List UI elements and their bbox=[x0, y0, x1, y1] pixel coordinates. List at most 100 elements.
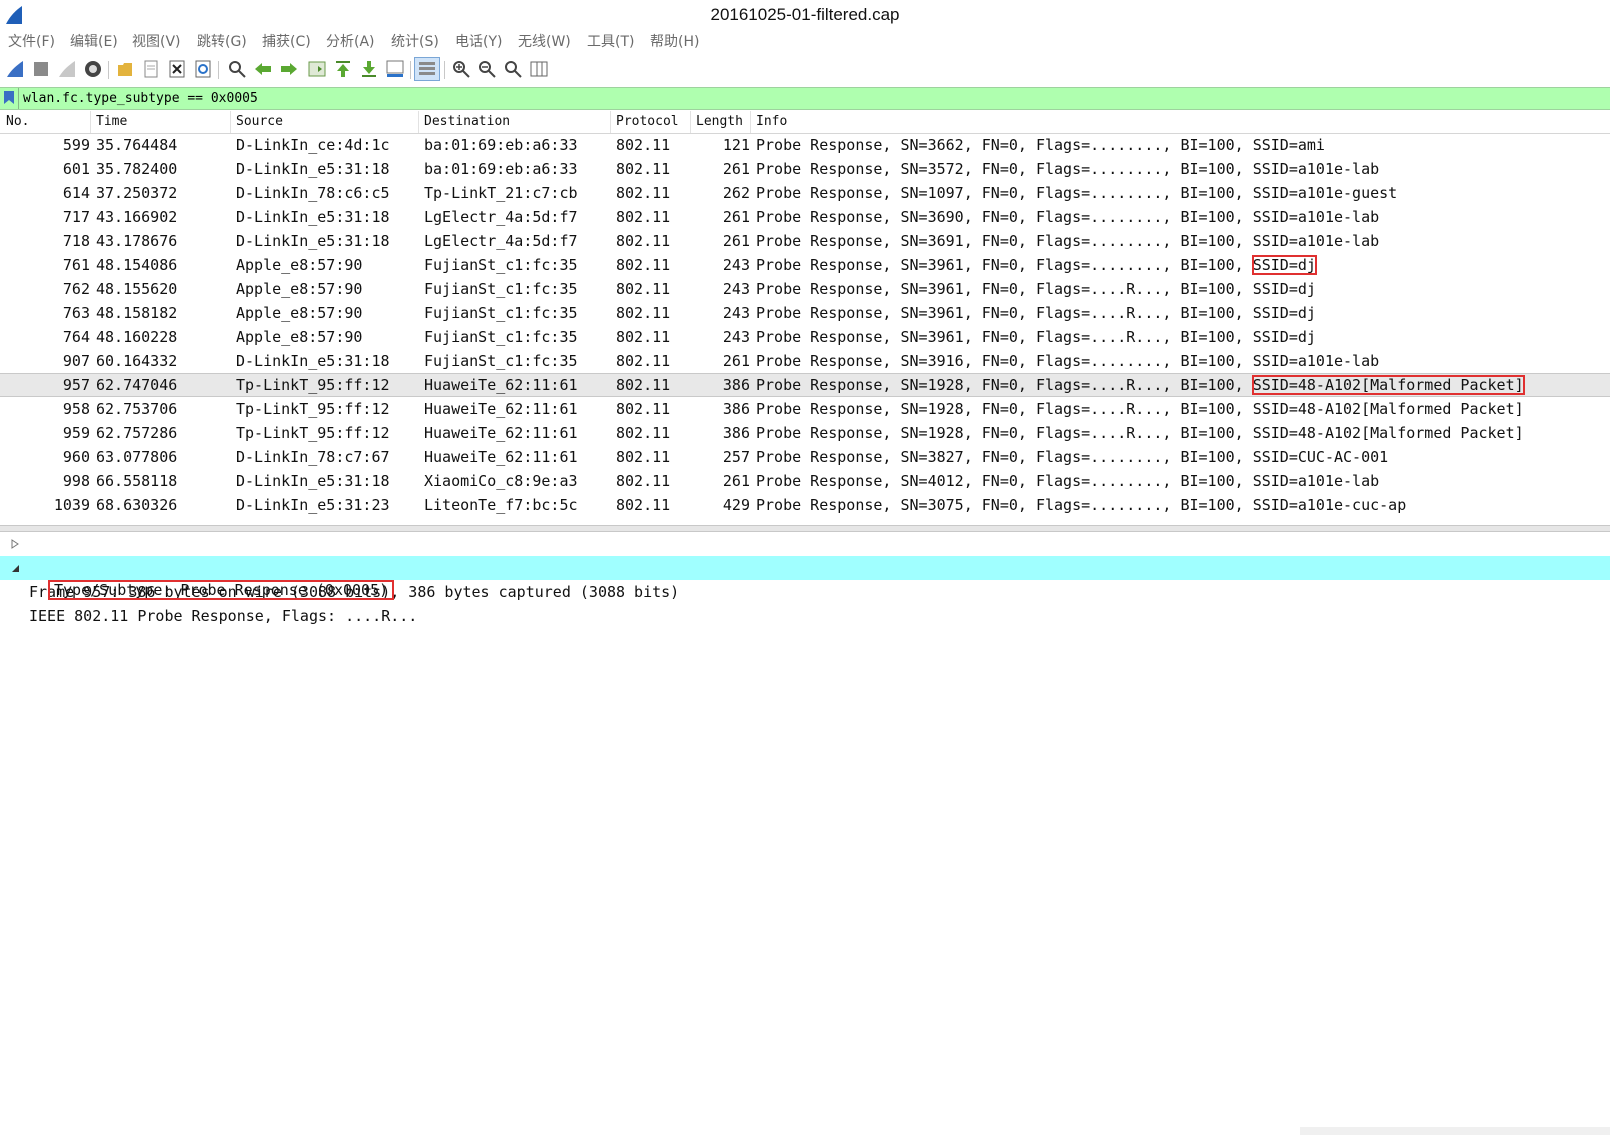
packet-info-text: Probe Response, SN=3662, FN=0, Flags=...… bbox=[756, 136, 1253, 154]
normal-size-icon[interactable] bbox=[502, 58, 524, 80]
packet-row[interactable]: 959 62.757286 Tp-LinkT_95:ff:12 HuaweiTe… bbox=[0, 421, 1610, 445]
packet-row[interactable]: 960 63.077806 D-LinkIn_78:c7:67 HuaweiTe… bbox=[0, 445, 1610, 469]
menu-analyze[interactable]: 分析(A) bbox=[326, 30, 375, 54]
packet-info-text: Probe Response, SN=3961, FN=0, Flags=...… bbox=[756, 256, 1253, 274]
go-to-packet-icon[interactable] bbox=[306, 58, 328, 80]
packet-row[interactable]: 614 37.250372 D-LinkIn_78:c6:c5 Tp-LinkT… bbox=[0, 181, 1610, 205]
packet-source: D-LinkIn_78:c7:67 bbox=[236, 448, 390, 466]
packet-row[interactable]: 717 43.166902 D-LinkIn_e5:31:18 LgElectr… bbox=[0, 205, 1610, 229]
go-last-packet-icon[interactable] bbox=[358, 58, 380, 80]
menu-help[interactable]: 帮助(H) bbox=[650, 30, 699, 54]
packet-row[interactable]: 907 60.164332 D-LinkIn_e5:31:18 FujianSt… bbox=[0, 349, 1610, 373]
packet-destination: HuaweiTe_62:11:61 bbox=[424, 400, 578, 418]
column-header-length[interactable]: Length bbox=[696, 111, 743, 133]
close-file-icon[interactable] bbox=[166, 58, 188, 80]
column-divider[interactable] bbox=[610, 111, 611, 133]
menu-tools[interactable]: 工具(T) bbox=[587, 30, 634, 54]
collapse-arrow-icon[interactable] bbox=[10, 563, 20, 573]
detail-row-frame[interactable]: Frame 957: 386 bytes on wire (3088 bits)… bbox=[0, 532, 1610, 601]
column-divider[interactable] bbox=[418, 111, 419, 133]
packet-ssid: SSID=CUC-AC-001 bbox=[1252, 448, 1389, 466]
packet-time: 60.164332 bbox=[96, 352, 178, 370]
column-divider[interactable] bbox=[90, 111, 91, 133]
menu-wireless[interactable]: 无线(W) bbox=[518, 30, 571, 54]
capture-options-icon[interactable] bbox=[82, 58, 104, 80]
packet-row[interactable]: 763 48.158182 Apple_e8:57:90 FujianSt_c1… bbox=[0, 301, 1610, 325]
packet-destination: HuaweiTe_62:11:61 bbox=[424, 448, 578, 466]
packet-time: 35.764484 bbox=[96, 136, 178, 154]
packet-info-text: Probe Response, SN=3961, FN=0, Flags=...… bbox=[756, 328, 1253, 346]
packet-source: D-LinkIn_e5:31:18 bbox=[236, 160, 390, 178]
packet-info: Probe Response, SN=4012, FN=0, Flags=...… bbox=[756, 469, 1379, 493]
packet-length: 243 bbox=[722, 256, 750, 274]
detail-row-subtype[interactable]: Type/Subtype: Probe Response (0x0005) bbox=[0, 580, 1610, 602]
find-packet-icon[interactable] bbox=[226, 58, 248, 80]
menu-statistics[interactable]: 统计(S) bbox=[391, 30, 439, 54]
go-forward-icon[interactable] bbox=[278, 58, 300, 80]
packet-info-text: Probe Response, SN=3690, FN=0, Flags=...… bbox=[756, 208, 1253, 226]
resize-columns-icon[interactable] bbox=[528, 58, 550, 80]
menu-capture[interactable]: 捕获(C) bbox=[262, 30, 311, 54]
packet-row[interactable]: 599 35.764484 D-LinkIn_ce:4d:1c ba:01:69… bbox=[0, 133, 1610, 157]
packet-row[interactable]: 998 66.558118 D-LinkIn_e5:31:18 XiaomiCo… bbox=[0, 469, 1610, 493]
packet-info: Probe Response, SN=1928, FN=0, Flags=...… bbox=[756, 397, 1524, 421]
menu-view[interactable]: 视图(V) bbox=[132, 30, 181, 54]
packet-time: 35.782400 bbox=[96, 160, 178, 178]
column-header-source[interactable]: Source bbox=[236, 111, 283, 133]
packet-protocol: 802.11 bbox=[616, 280, 671, 298]
menu-go[interactable]: 跳转(G) bbox=[197, 30, 247, 54]
packet-length: 386 bbox=[722, 424, 750, 442]
packet-destination: LgElectr_4a:5d:f7 bbox=[424, 232, 578, 250]
column-header-protocol[interactable]: Protocol bbox=[616, 111, 679, 133]
packet-row[interactable]: 1039 68.630326 D-LinkIn_e5:31:23 LiteonT… bbox=[0, 493, 1610, 517]
packet-no: 960 bbox=[62, 448, 90, 466]
column-header-info[interactable]: Info bbox=[756, 111, 787, 133]
column-header-no[interactable]: No. bbox=[6, 111, 29, 133]
menu-edit[interactable]: 编辑(E) bbox=[70, 30, 118, 54]
packet-protocol: 802.11 bbox=[616, 136, 671, 154]
packet-row[interactable]: 761 48.154086 Apple_e8:57:90 FujianSt_c1… bbox=[0, 253, 1610, 277]
reload-file-icon[interactable] bbox=[192, 58, 214, 80]
start-capture-icon[interactable] bbox=[4, 58, 26, 80]
status-shade bbox=[1300, 1127, 1610, 1135]
zoom-out-icon[interactable] bbox=[476, 58, 498, 80]
packet-row[interactable]: 601 35.782400 D-LinkIn_e5:31:18 ba:01:69… bbox=[0, 157, 1610, 181]
packet-no: 718 bbox=[62, 232, 90, 250]
packet-row[interactable]: 762 48.155620 Apple_e8:57:90 FujianSt_c1… bbox=[0, 277, 1610, 301]
stop-capture-icon[interactable] bbox=[30, 58, 52, 80]
packet-source: Tp-LinkT_95:ff:12 bbox=[236, 376, 390, 394]
packet-row[interactable]: 958 62.753706 Tp-LinkT_95:ff:12 HuaweiTe… bbox=[0, 397, 1610, 421]
detail-row-ieee80211[interactable]: IEEE 802.11 Probe Response, Flags: ....R… bbox=[0, 556, 1610, 625]
packet-destination: XiaomiCo_c8:9e:a3 bbox=[424, 472, 578, 490]
packet-list-header: No. Time Source Destination Protocol Len… bbox=[0, 111, 1610, 134]
column-divider[interactable] bbox=[750, 111, 751, 133]
zoom-in-icon[interactable] bbox=[450, 58, 472, 80]
go-back-icon[interactable] bbox=[252, 58, 274, 80]
restart-capture-icon[interactable] bbox=[56, 58, 78, 80]
packet-destination: FujianSt_c1:fc:35 bbox=[424, 352, 578, 370]
packet-info: Probe Response, SN=3075, FN=0, Flags=...… bbox=[756, 493, 1406, 517]
menu-file[interactable]: 文件(F) bbox=[8, 30, 55, 54]
filter-bookmark-icon[interactable] bbox=[3, 90, 15, 105]
colorize-list-icon[interactable] bbox=[414, 57, 440, 81]
packet-no: 717 bbox=[62, 208, 90, 226]
packet-destination: FujianSt_c1:fc:35 bbox=[424, 328, 578, 346]
auto-scroll-icon[interactable] bbox=[384, 58, 406, 80]
packet-length: 386 bbox=[722, 376, 750, 394]
column-header-destination[interactable]: Destination bbox=[424, 111, 510, 133]
packet-row[interactable]: 764 48.160228 Apple_e8:57:90 FujianSt_c1… bbox=[0, 325, 1610, 349]
column-header-time[interactable]: Time bbox=[96, 111, 127, 133]
display-filter-input[interactable] bbox=[18, 88, 1598, 109]
packet-row[interactable]: 718 43.178676 D-LinkIn_e5:31:18 LgElectr… bbox=[0, 229, 1610, 253]
open-file-icon[interactable] bbox=[114, 58, 136, 80]
packet-info: Probe Response, SN=1928, FN=0, Flags=...… bbox=[756, 421, 1524, 445]
menu-telephony[interactable]: 电话(Y) bbox=[455, 30, 502, 54]
expand-arrow-icon[interactable] bbox=[10, 539, 20, 549]
save-file-icon[interactable] bbox=[140, 58, 162, 80]
packet-row-selected[interactable]: 957 62.747046 Tp-LinkT_95:ff:12 HuaweiTe… bbox=[0, 373, 1610, 397]
pane-splitter[interactable] bbox=[0, 525, 1610, 532]
column-divider[interactable] bbox=[690, 111, 691, 133]
packet-length: 121 bbox=[722, 136, 750, 154]
column-divider[interactable] bbox=[230, 111, 231, 133]
go-first-packet-icon[interactable] bbox=[332, 58, 354, 80]
